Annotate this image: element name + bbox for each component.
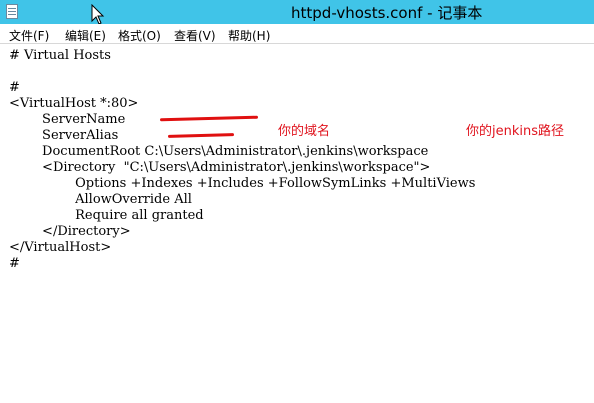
menu-format[interactable]: 格式(O)	[118, 27, 161, 44]
title-bar[interactable]: httpd-vhosts.conf - 记事本	[0, 0, 594, 25]
code-line: #	[9, 256, 20, 271]
code-line: ServerAlias	[9, 128, 123, 143]
code-line: Require all granted	[9, 208, 204, 223]
code-line: # Virtual Hosts	[9, 48, 111, 63]
code-line: <VirtualHost *:80>	[9, 96, 139, 111]
menu-bar: 文件(F) 编辑(E) 格式(O) 查看(V) 帮助(H)	[0, 24, 594, 44]
code-line: #	[9, 80, 20, 95]
code-line: Options +Indexes +Includes +FollowSymLin…	[9, 176, 476, 191]
jenkins-path-annotation: 你的jenkins路径	[466, 124, 565, 139]
code-line: </Directory>	[9, 224, 131, 239]
code-line: <Directory "C:\Users\Administrator\.jenk…	[9, 160, 431, 175]
file-content: # Virtual Hosts # <VirtualHost *:80> Ser…	[9, 48, 475, 272]
menu-file[interactable]: 文件(F)	[9, 27, 49, 44]
text-editor[interactable]: # Virtual Hosts # <VirtualHost *:80> Ser…	[0, 44, 594, 403]
menu-edit[interactable]: 编辑(E)	[65, 27, 106, 44]
notepad-icon	[6, 4, 18, 19]
menu-help[interactable]: 帮助(H)	[228, 27, 270, 44]
window-title: httpd-vhosts.conf - 记事本	[291, 4, 483, 22]
menu-view[interactable]: 查看(V)	[174, 27, 216, 44]
code-line: DocumentRoot C:\Users\Administrator\.jen…	[9, 144, 429, 159]
domain-annotation: 你的域名	[278, 124, 331, 139]
code-line: </VirtualHost>	[9, 240, 112, 255]
code-line: ServerName	[9, 112, 130, 127]
mouse-cursor-icon	[91, 4, 105, 25]
code-line: AllowOverride All	[9, 192, 192, 207]
